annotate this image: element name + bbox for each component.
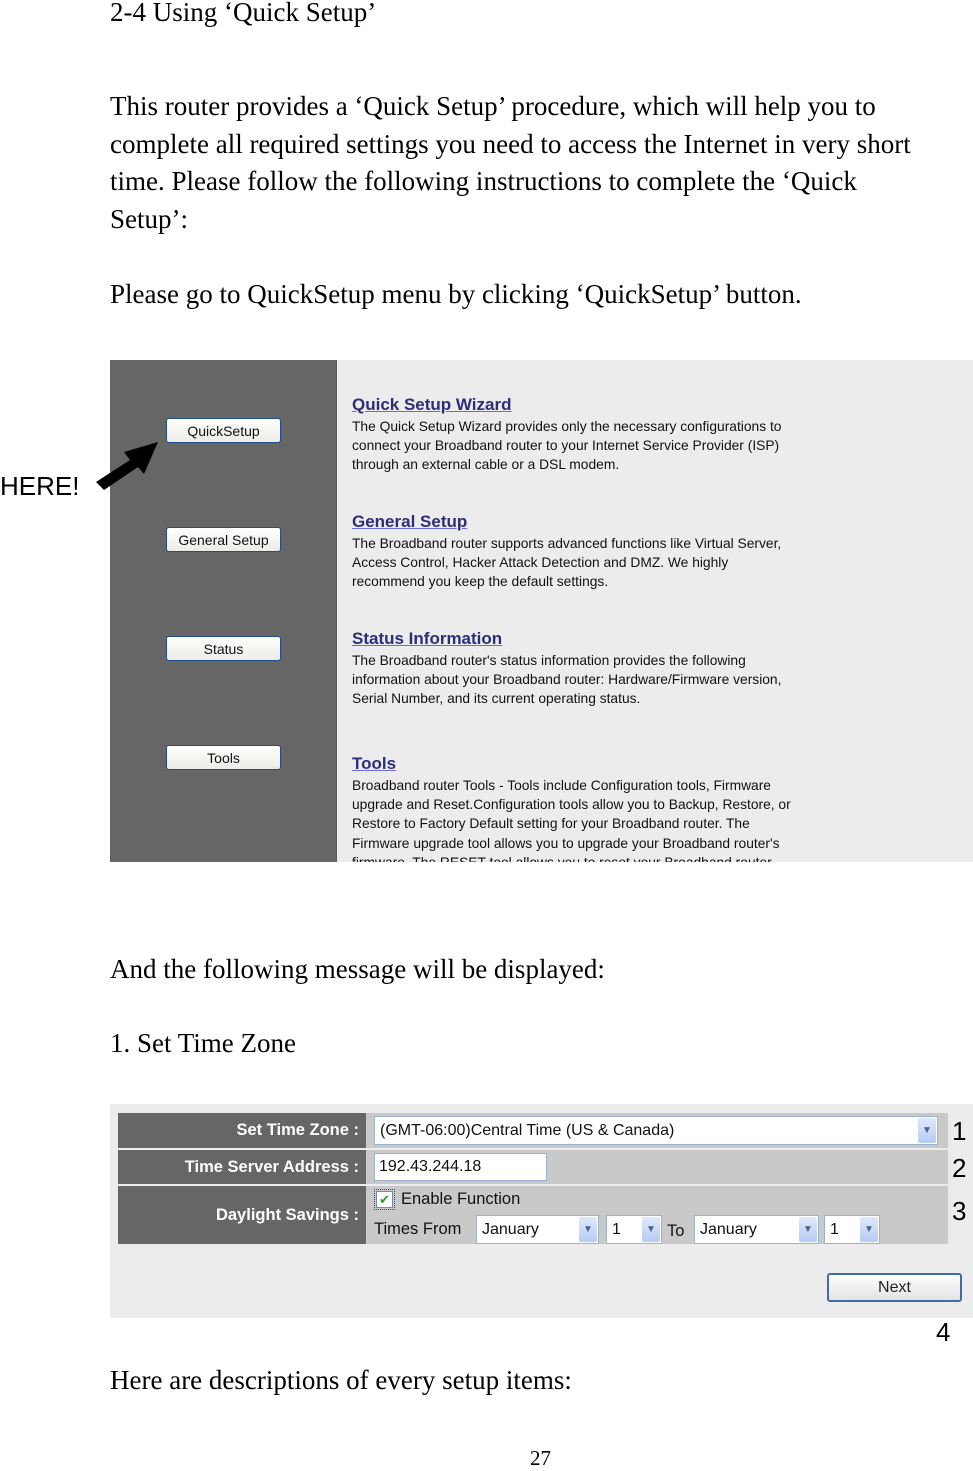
status-information-link[interactable]: Status Information (352, 628, 952, 650)
general-setup-button[interactable]: General Setup (166, 527, 281, 552)
chevron-down-icon[interactable]: ▼ (579, 1217, 597, 1242)
checkmark-icon: ✔ (379, 1192, 390, 1207)
enable-function-checkbox[interactable]: ✔ (374, 1189, 395, 1210)
chevron-down-icon[interactable]: ▼ (799, 1217, 817, 1242)
enable-function-label: Enable Function (401, 1190, 521, 1208)
router-menu-screenshot: QuickSetup General Setup Status Tools Qu… (110, 360, 973, 862)
time-zone-value: (GMT-06:00)Central Time (US & Canada) (380, 1122, 675, 1139)
from-month-select[interactable]: January ▼ (476, 1215, 599, 1244)
router-sidebar: QuickSetup General Setup Status Tools (110, 360, 337, 862)
marker-1: 1 (952, 1116, 967, 1146)
marker-3: 3 (952, 1196, 967, 1226)
section-quick-setup-wizard: Quick Setup Wizard The Quick Setup Wizar… (352, 394, 952, 475)
intro-line: time. Please follow the following instru… (110, 166, 857, 196)
instruction-text: Please go to QuickSetup menu by clicking… (110, 279, 802, 309)
section-description: The Broadband router supports advanced f… (352, 536, 782, 590)
chevron-down-icon[interactable]: ▼ (918, 1118, 936, 1143)
marker-2: 2 (952, 1153, 967, 1183)
daylight-savings-row: Daylight Savings : ✔ Enable Function Tim… (118, 1186, 948, 1244)
times-from-label: Times From (374, 1220, 462, 1238)
section-description: The Quick Setup Wizard provides only the… (352, 419, 782, 473)
from-day-value: 1 (612, 1221, 621, 1238)
time-zone-select[interactable]: (GMT-06:00)Central Time (US & Canada) ▼ (374, 1116, 938, 1145)
pointer-arrow-icon (96, 442, 158, 490)
intro-line: This router provides a ‘Quick Setup’ pro… (110, 91, 876, 121)
from-month-value: January (482, 1221, 539, 1238)
message-intro: And the following message will be displa… (110, 954, 605, 984)
daylight-savings-label: Daylight Savings : (118, 1186, 366, 1244)
tools-button[interactable]: Tools (166, 745, 281, 770)
to-day-select[interactable]: 1 ▼ (824, 1215, 880, 1244)
quick-setup-wizard-link[interactable]: Quick Setup Wizard (352, 394, 952, 416)
set-time-zone-row: Set Time Zone : (GMT-06:00)Central Time … (118, 1113, 948, 1148)
marker-4: 4 (936, 1317, 951, 1347)
section-status-information: Status Information The Broadband router'… (352, 628, 952, 709)
set-time-zone-label: Set Time Zone : (118, 1113, 366, 1148)
section-description: Broadband router Tools - Tools include C… (352, 778, 791, 862)
intro-line: Setup’: (110, 203, 188, 234)
to-month-value: January (700, 1221, 757, 1238)
general-setup-link[interactable]: General Setup (352, 511, 952, 533)
to-day-value: 1 (830, 1221, 839, 1238)
time-server-input[interactable]: 192.43.244.18 (374, 1153, 547, 1181)
to-month-select[interactable]: January ▼ (694, 1215, 819, 1244)
chevron-down-icon[interactable]: ▼ (860, 1217, 878, 1242)
tools-link[interactable]: Tools (352, 753, 952, 775)
time-server-row: Time Server Address : 192.43.244.18 (118, 1150, 948, 1184)
step-title: 1. Set Time Zone (110, 1028, 297, 1058)
from-day-select[interactable]: 1 ▼ (606, 1215, 662, 1244)
next-button[interactable]: Next (827, 1273, 962, 1302)
section-heading: 2-4 Using ‘Quick Setup’ (110, 0, 377, 27)
intro-line: complete all required settings you need … (110, 128, 911, 159)
section-tools: Tools Broadband router Tools - Tools inc… (352, 753, 952, 862)
descriptions-intro: Here are descriptions of every setup ite… (110, 1365, 572, 1395)
time-zone-screenshot: Set Time Zone : (GMT-06:00)Central Time … (110, 1104, 973, 1318)
section-general-setup: General Setup The Broadband router suppo… (352, 511, 952, 592)
chevron-down-icon[interactable]: ▼ (642, 1217, 660, 1242)
intro-paragraph: This router provides a ‘Quick Setup’ pro… (110, 88, 911, 238)
time-server-label: Time Server Address : (118, 1150, 366, 1184)
here-annotation: HERE! (0, 471, 80, 501)
to-label: To (667, 1222, 685, 1240)
section-description: The Broadband router's status informatio… (352, 653, 782, 707)
page-number: 27 (530, 1446, 551, 1470)
quicksetup-button[interactable]: QuickSetup (166, 418, 281, 443)
status-button[interactable]: Status (166, 636, 281, 661)
